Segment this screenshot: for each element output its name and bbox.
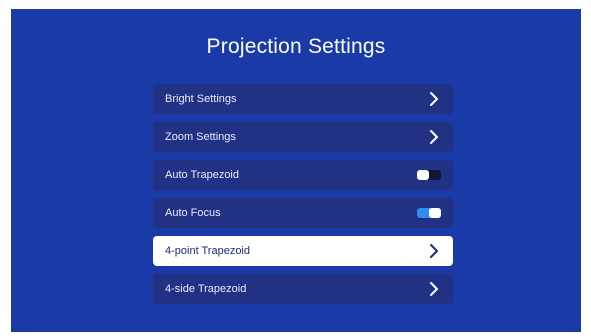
- menu-item-auto-trapezoid[interactable]: Auto Trapezoid: [153, 160, 453, 190]
- menu-item-label: 4-side Trapezoid: [165, 283, 247, 295]
- projector-screen: Projection Settings Bright Settings Zoom…: [11, 9, 581, 332]
- chevron-right-icon: [427, 244, 441, 258]
- menu-item-4-point-trapezoid[interactable]: 4-point Trapezoid: [153, 236, 453, 266]
- menu-item-zoom-settings[interactable]: Zoom Settings: [153, 122, 453, 152]
- toggle-knob: [429, 208, 441, 218]
- menu-item-bright-settings[interactable]: Bright Settings: [153, 84, 453, 114]
- chevron-right-icon: [427, 92, 441, 106]
- chevron-right-icon: [427, 130, 441, 144]
- page-title: Projection Settings: [206, 35, 386, 58]
- menu-item-4-side-trapezoid[interactable]: 4-side Trapezoid: [153, 274, 453, 304]
- chevron-right-icon: [427, 282, 441, 296]
- toggle-knob: [417, 170, 429, 180]
- menu-item-label: Zoom Settings: [165, 131, 236, 143]
- settings-menu: Bright Settings Zoom Settings Auto Trape…: [153, 84, 453, 312]
- menu-item-label: Auto Trapezoid: [165, 169, 239, 181]
- menu-item-label: Auto Focus: [165, 207, 221, 219]
- menu-item-auto-focus[interactable]: Auto Focus: [153, 198, 453, 228]
- menu-item-label: 4-point Trapezoid: [165, 245, 250, 257]
- auto-focus-toggle[interactable]: [417, 208, 441, 218]
- auto-trapezoid-toggle[interactable]: [417, 170, 441, 180]
- menu-item-label: Bright Settings: [165, 93, 237, 105]
